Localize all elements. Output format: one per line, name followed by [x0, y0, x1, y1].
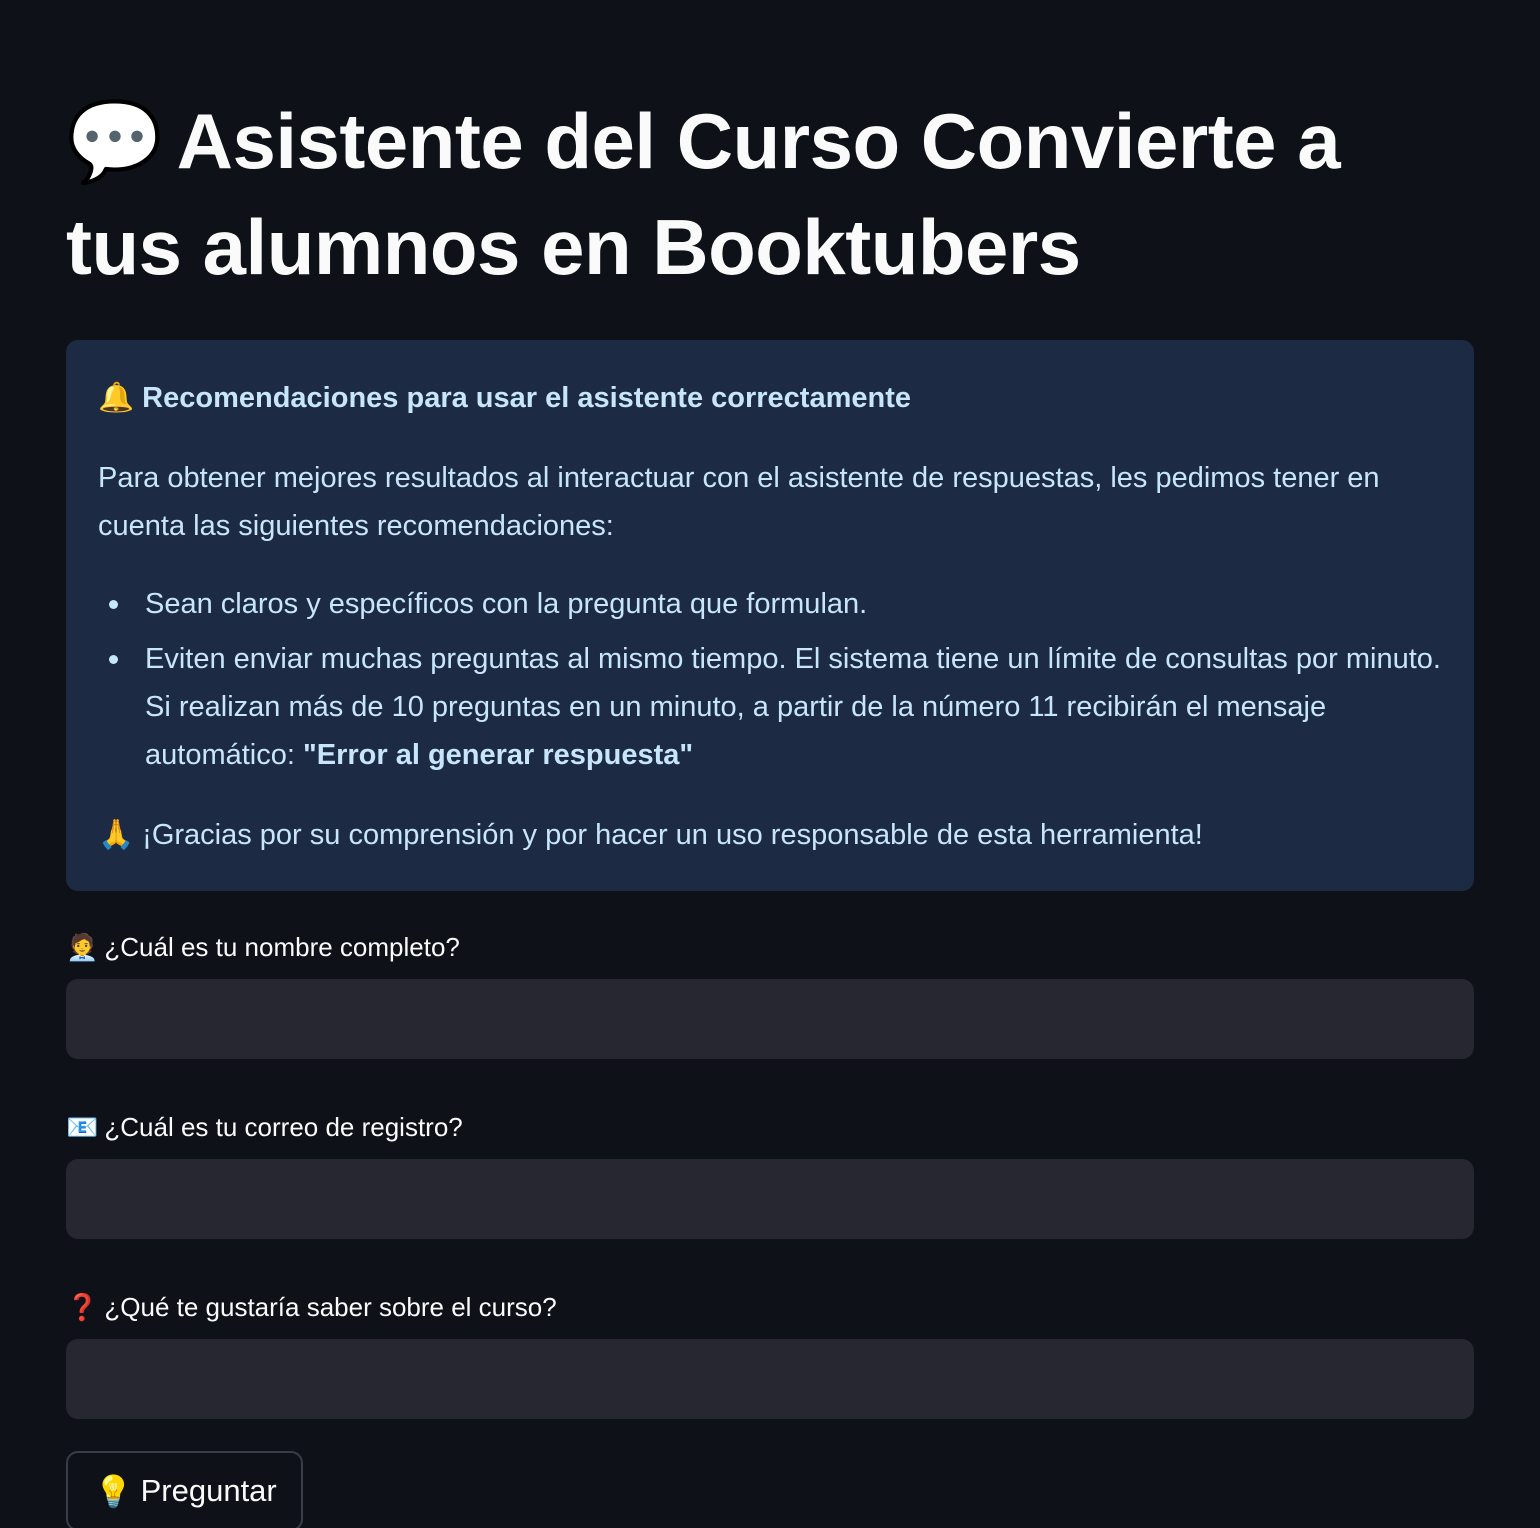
- question-input[interactable]: [66, 1339, 1474, 1419]
- speech-bubble-icon: 💬: [66, 97, 163, 185]
- list-item: Sean claros y específicos con la pregunt…: [109, 580, 1442, 628]
- praying-hands-icon: 🙏: [98, 819, 135, 851]
- info-heading-text: Recomendaciones para usar el asistente c…: [142, 382, 912, 414]
- lightbulb-icon: 💡: [94, 1473, 133, 1509]
- list-item: Eviten enviar muchas preguntas al mismo …: [109, 635, 1442, 779]
- page-title-text: Asistente del Curso Convierte a tus alum…: [66, 97, 1341, 291]
- envelope-icon: 📧: [66, 1112, 99, 1142]
- email-field-group: 📧 ¿Cuál es tu correo de registro?: [66, 1109, 1474, 1239]
- ask-button-label: Preguntar: [140, 1473, 277, 1508]
- info-thanks: 🙏 ¡Gracias por su comprensión y por hace…: [98, 811, 1442, 859]
- recommendations-info-box: 🔔 Recomendaciones para usar el asistente…: [66, 340, 1474, 891]
- bell-icon: 🔔: [98, 382, 135, 414]
- question-mark-icon: ❓: [66, 1292, 99, 1322]
- error-message-text: "Error al generar respuesta": [302, 739, 694, 771]
- list-item-text: Sean claros y específicos con la pregunt…: [145, 588, 868, 620]
- info-thanks-text: ¡Gracias por su comprensión y por hacer …: [142, 819, 1203, 851]
- name-label-text: ¿Cuál es tu nombre completo?: [104, 932, 460, 962]
- name-input[interactable]: [66, 979, 1474, 1059]
- email-label: 📧 ¿Cuál es tu correo de registro?: [66, 1109, 1474, 1145]
- recommendations-list: Sean claros y específicos con la pregunt…: [98, 580, 1442, 779]
- email-label-text: ¿Cuál es tu correo de registro?: [104, 1112, 463, 1142]
- question-label: ❓ ¿Qué te gustaría saber sobre el curso?: [66, 1289, 1474, 1325]
- info-intro: Para obtener mejores resultados al inter…: [98, 462, 1380, 542]
- app-main: 💬 Asistente del Curso Convierte a tus alu…: [0, 0, 1540, 1528]
- office-worker-icon: 🧑‍💼: [66, 932, 99, 962]
- name-field-group: 🧑‍💼 ¿Cuál es tu nombre completo?: [66, 929, 1474, 1059]
- question-field-group: ❓ ¿Qué te gustaría saber sobre el curso?: [66, 1289, 1474, 1419]
- ask-button[interactable]: 💡 Preguntar: [66, 1451, 303, 1528]
- name-label: 🧑‍💼 ¿Cuál es tu nombre completo?: [66, 929, 1474, 965]
- email-input[interactable]: [66, 1159, 1474, 1239]
- page-title: 💬 Asistente del Curso Convierte a tus alu…: [66, 0, 1446, 300]
- info-heading: 🔔 Recomendaciones para usar el asistente…: [98, 374, 1442, 422]
- question-label-text: ¿Qué te gustaría saber sobre el curso?: [104, 1292, 557, 1322]
